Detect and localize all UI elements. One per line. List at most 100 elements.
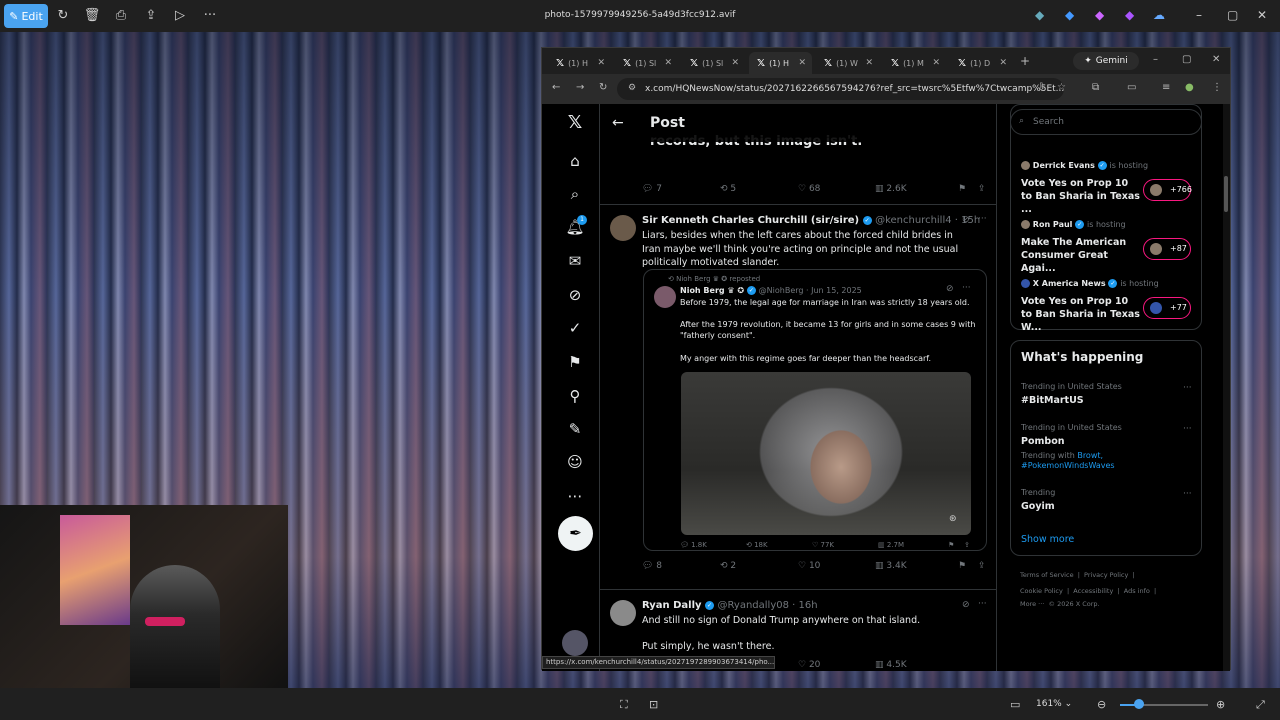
reply-count[interactable]: 💬︎ 8	[642, 561, 662, 571]
space-title[interactable]: Make The American Consumer Great Agai...	[1021, 236, 1141, 275]
trend-name[interactable]: Pombon	[1021, 436, 1064, 447]
forward-icon[interactable]: →	[576, 82, 584, 93]
quoted-photo[interactable]	[681, 372, 971, 535]
tab-close-icon[interactable]: ✕	[865, 58, 873, 68]
quote-author[interactable]: Nioh Berg ♛ ✪ ✓ @NiohBerg · Jun 15, 2025	[680, 285, 862, 296]
maximize-icon[interactable]: ▢	[1227, 8, 1238, 22]
trend-with-link[interactable]: #PokemonWindsWaves	[1021, 461, 1115, 470]
reload-icon[interactable]: ↻	[599, 82, 607, 93]
view-count[interactable]: ▥ 2.7M	[878, 541, 904, 549]
space-host[interactable]: X America News ✓ is hosting	[1021, 279, 1159, 288]
share-icon[interactable]: ⇪	[978, 561, 986, 571]
delete-icon[interactable]: 🗑	[83, 7, 101, 25]
space-host[interactable]: Ron Paul ✓ is hosting	[1021, 220, 1126, 229]
actual-size-icon[interactable]: ▭	[1010, 698, 1020, 711]
profile-icon[interactable]: ☺	[564, 451, 586, 473]
tab-close-icon[interactable]: ✕	[932, 58, 940, 68]
ads-link[interactable]: Ads info	[1124, 587, 1150, 595]
back-arrow-icon[interactable]: ←	[612, 115, 642, 131]
avatar[interactable]	[610, 600, 636, 626]
view-count[interactable]: ▥ 4.5K	[875, 660, 907, 670]
repost-count[interactable]: ⟲ 5	[720, 184, 736, 194]
like-count[interactable]: ♡ 77K	[812, 541, 834, 549]
tweet-author[interactable]: Sir Kenneth Charles Churchill (sir/sire)…	[642, 215, 980, 226]
space-title[interactable]: Vote Yes on Prop 10 to Ban Sharia in Tex…	[1021, 295, 1141, 334]
search-input[interactable]: Search	[1010, 109, 1202, 135]
jobs-icon[interactable]: ⚲	[564, 385, 586, 407]
repost-count[interactable]: ⟲ 18K	[746, 541, 768, 549]
trend-name[interactable]: #BitMartUS	[1021, 395, 1084, 406]
zoom-level[interactable]: 161% ⌄	[1036, 696, 1086, 712]
print-icon[interactable]: ⎙	[112, 7, 130, 25]
account-avatar[interactable]	[562, 630, 588, 656]
tab-close-icon[interactable]: ✕	[999, 58, 1007, 68]
quoted-tweet[interactable]: ⟲ Nioh Berg ♛ ✪ reposted Nioh Berg ♛ ✪ ✓…	[643, 269, 987, 551]
repost-count[interactable]: ⟲ 2	[720, 561, 736, 571]
tab-close-icon[interactable]: ✕	[798, 58, 806, 68]
edit-button[interactable]: ✎ Edit	[4, 4, 48, 28]
reply-count[interactable]: 💬︎ 1.8K	[680, 541, 707, 549]
like-count[interactable]: ♡ 68	[798, 184, 820, 194]
browser-tab[interactable]: 𝕏 (1) Sl ✕	[682, 52, 745, 74]
close-icon[interactable]: ✕	[1257, 8, 1267, 22]
extensions-icon[interactable]: ⧉	[1092, 82, 1099, 93]
grok-icon[interactable]: ⊘	[946, 284, 954, 294]
share-icon[interactable]: ⇪	[142, 7, 160, 25]
bookmarks-icon[interactable]: ⚑	[564, 351, 586, 373]
more-options-icon[interactable]: ···	[1183, 489, 1192, 499]
accessibility-link[interactable]: Accessibility	[1073, 587, 1113, 595]
like-count[interactable]: ♡ 20	[798, 660, 820, 670]
compose-post-button[interactable]: ✒	[558, 516, 593, 551]
tab-close-icon[interactable]: ✕	[664, 58, 672, 68]
cloud-icon[interactable]: ☁	[1153, 8, 1165, 22]
avatar[interactable]	[610, 215, 636, 241]
view-count[interactable]: ▥ 2.6K	[875, 184, 907, 194]
menu-icon[interactable]: ⋮	[1212, 82, 1222, 93]
minimize-icon[interactable]: –	[1153, 54, 1158, 65]
fit-icon[interactable]: ⛶	[620, 698, 628, 712]
back-icon[interactable]: ←	[552, 82, 560, 93]
close-icon[interactable]: ✕	[1212, 54, 1220, 65]
zoom-in-icon[interactable]: ⊕	[1216, 698, 1225, 711]
share-icon[interactable]: ⇪	[964, 541, 970, 549]
more-icon[interactable]: ···	[201, 7, 219, 25]
reading-list-icon[interactable]: ≡	[1162, 82, 1170, 93]
tweet[interactable]: Sir Kenneth Charles Churchill (sir/sire)…	[600, 204, 996, 589]
more-options-icon[interactable]: ···	[1183, 424, 1192, 434]
space-host[interactable]: Derrick Evans ✓ is hosting	[1021, 161, 1148, 170]
avatar[interactable]	[654, 286, 676, 308]
install-icon[interactable]: ⇩	[1037, 82, 1045, 93]
site-info-icon[interactable]: ⚙	[628, 83, 636, 93]
terms-link[interactable]: Terms of Service	[1020, 571, 1074, 579]
reply-count[interactable]: 💬︎ 7	[642, 184, 662, 194]
space-listeners-pill[interactable]: +77	[1143, 297, 1191, 319]
zoom-slider-knob[interactable]	[1134, 699, 1144, 709]
tab-close-icon[interactable]: ✕	[597, 58, 605, 68]
grok-icon[interactable]: ⊘	[962, 215, 970, 225]
grok-image-icon[interactable]: ⊛	[949, 514, 957, 524]
browser-tab[interactable]: 𝕏 (1) Sl ✕	[615, 52, 678, 74]
minimize-icon[interactable]: –	[1196, 8, 1202, 22]
grok-icon[interactable]: ⊘	[564, 284, 586, 306]
space-listeners-pill[interactable]: +766	[1143, 179, 1192, 201]
space-title[interactable]: Vote Yes on Prop 10 to Ban Sharia in Tex…	[1021, 177, 1141, 216]
browser-tab[interactable]: 𝕏 (1) H ✕	[548, 52, 611, 74]
copilot-icon[interactable]: ◆	[1035, 8, 1044, 22]
profile-icon[interactable]: ●	[1185, 82, 1194, 93]
maximize-icon[interactable]: ▢	[1182, 54, 1191, 65]
tab-close-icon[interactable]: ✕	[731, 58, 739, 68]
more-link[interactable]: More ···	[1020, 600, 1044, 608]
app-icon[interactable]: ◆	[1065, 8, 1074, 22]
new-tab-icon[interactable]: +	[1020, 54, 1030, 68]
browser-tab[interactable]: 𝕏 (1) D ✕	[950, 52, 1013, 74]
home-icon[interactable]: ⌂	[564, 150, 586, 172]
zoom-out-icon[interactable]: ⊖	[1097, 698, 1106, 711]
show-more-link[interactable]: Show more	[1021, 534, 1074, 545]
more-icon[interactable]: ⋯	[564, 485, 586, 507]
messages-icon[interactable]: ✉	[564, 250, 586, 272]
grok-icon[interactable]: ⊘	[962, 600, 970, 610]
share-icon[interactable]: ⇪	[978, 184, 986, 194]
app-icon[interactable]: ◆	[1095, 8, 1104, 22]
x-logo-icon[interactable]: 𝕏	[564, 112, 586, 134]
space-listeners-pill[interactable]: +87	[1143, 238, 1191, 260]
